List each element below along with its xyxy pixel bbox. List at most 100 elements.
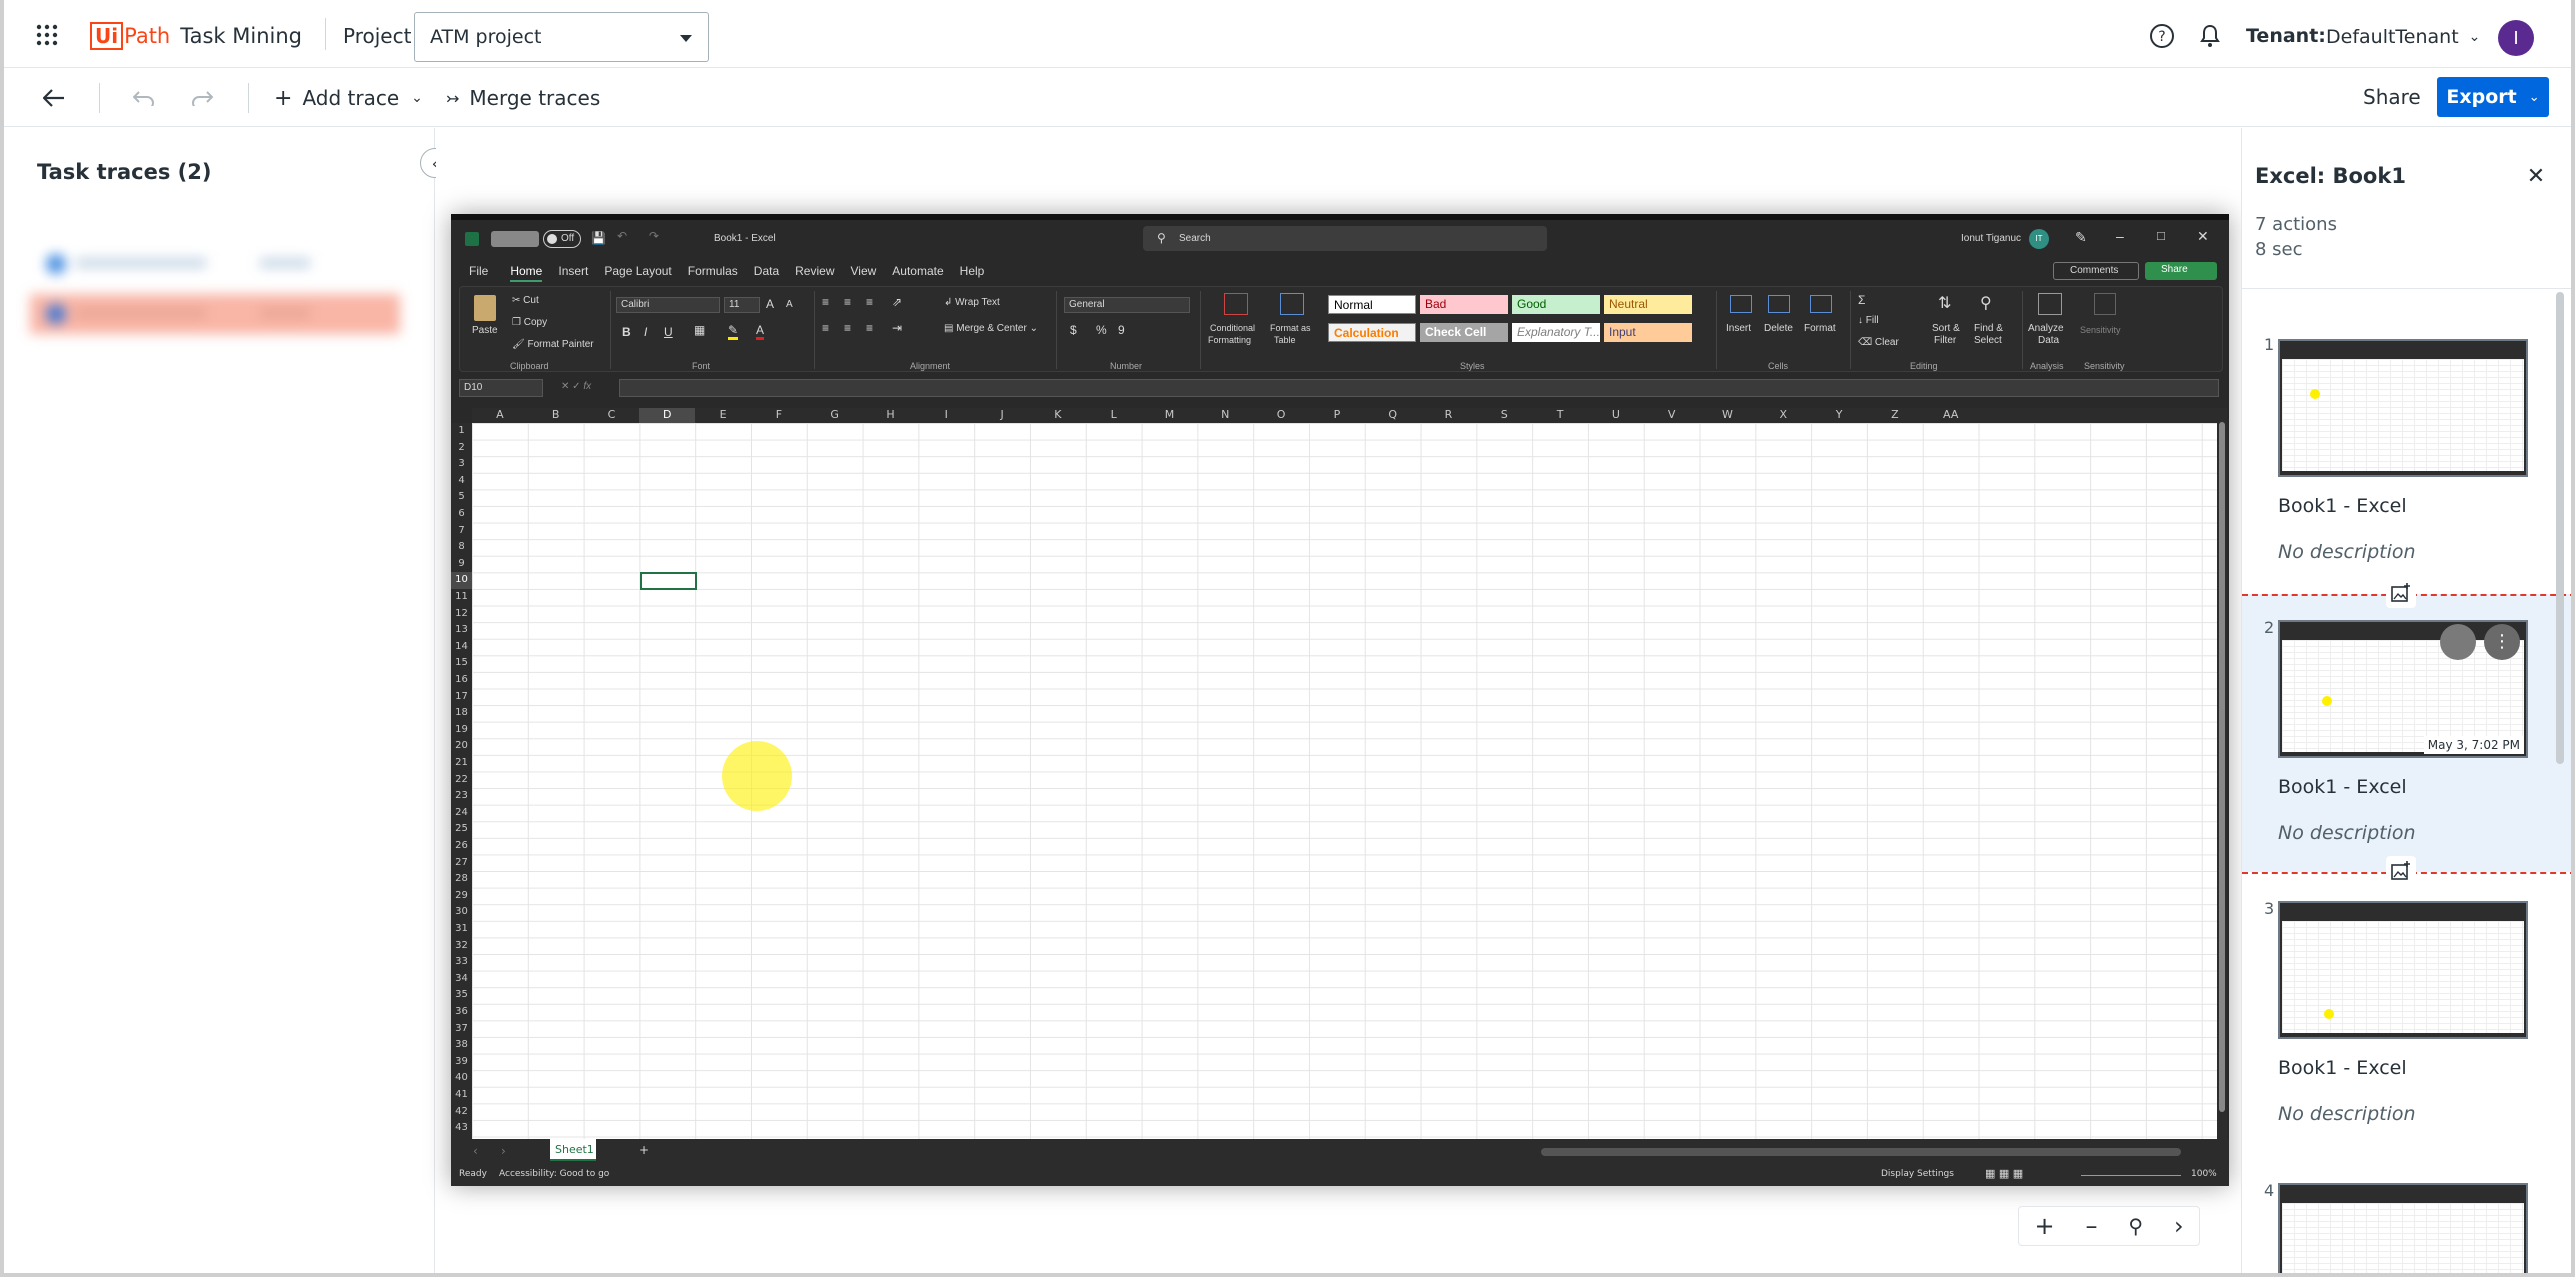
- row-header[interactable]: 39: [451, 1054, 472, 1071]
- menu-review[interactable]: Review: [795, 264, 834, 282]
- column-header[interactable]: C: [584, 408, 640, 423]
- row-header[interactable]: 24: [451, 805, 472, 822]
- align-bottom-icon[interactable]: ≡: [866, 295, 873, 309]
- row-header[interactable]: 9: [451, 556, 472, 573]
- clear-button[interactable]: ⌫ Clear: [1858, 337, 1899, 348]
- style-explanatory[interactable]: Explanatory T...: [1512, 323, 1600, 342]
- thumb-more-button[interactable]: ⋮: [2484, 624, 2520, 660]
- sheet-tab[interactable]: Sheet1: [550, 1139, 596, 1161]
- add-sheet-icon[interactable]: +: [639, 1143, 649, 1157]
- save-icon[interactable]: 💾: [591, 231, 606, 245]
- row-header[interactable]: 10: [451, 572, 472, 589]
- step-description[interactable]: No description: [2278, 822, 2416, 844]
- paste-button[interactable]: Paste: [468, 291, 502, 343]
- conditional-formatting-button[interactable]: Conditional Formatting: [1208, 291, 1264, 355]
- redo-icon[interactable]: [188, 84, 216, 112]
- column-header[interactable]: Q: [1365, 408, 1421, 423]
- row-header[interactable]: 15: [451, 655, 472, 672]
- step-thumbnail[interactable]: [2278, 339, 2528, 477]
- row-header[interactable]: 28: [451, 871, 472, 888]
- wrap-text-button[interactable]: ↲ Wrap Text: [944, 297, 1000, 308]
- row-header[interactable]: 19: [451, 722, 472, 739]
- row-header[interactable]: 22: [451, 772, 472, 789]
- row-header[interactable]: 11: [451, 589, 472, 606]
- row-header[interactable]: 13: [451, 622, 472, 639]
- style-good[interactable]: Good: [1512, 295, 1600, 314]
- add-screenshot-icon[interactable]: [2386, 856, 2416, 886]
- shrink-font-icon[interactable]: A: [786, 299, 793, 310]
- font-size-select[interactable]: 11: [724, 297, 760, 313]
- row-header[interactable]: 34: [451, 971, 472, 988]
- column-header[interactable]: G: [807, 408, 863, 423]
- export-button[interactable]: Export ⌄: [2437, 77, 2549, 117]
- column-header[interactable]: N: [1197, 408, 1253, 423]
- fill-button[interactable]: ↓ Fill: [1858, 315, 1879, 326]
- format-as-table-button[interactable]: Format as Table: [1268, 291, 1318, 355]
- back-arrow-icon[interactable]: [40, 84, 68, 112]
- menu-view[interactable]: View: [851, 264, 877, 282]
- prev-sheet-icon[interactable]: ‹: [473, 1144, 478, 1158]
- minimize-icon[interactable]: –: [2116, 228, 2124, 244]
- view-icons[interactable]: ▦ ▦ ▦: [1985, 1167, 2023, 1180]
- row-header[interactable]: 8: [451, 539, 472, 556]
- excel-comments-button[interactable]: Comments: [2053, 262, 2139, 280]
- menu-automate[interactable]: Automate: [892, 264, 943, 282]
- column-header[interactable]: R: [1421, 408, 1477, 423]
- insert-cells-button[interactable]: Insert: [1724, 293, 1758, 353]
- trace-item[interactable]: [30, 244, 400, 284]
- display-settings[interactable]: Display Settings: [1881, 1169, 1954, 1179]
- bold-icon[interactable]: B: [622, 325, 631, 339]
- thumb-edit-button[interactable]: [2440, 624, 2476, 660]
- row-header[interactable]: 43: [451, 1120, 472, 1137]
- menu-file[interactable]: File: [469, 264, 488, 282]
- selected-cell[interactable]: [640, 572, 697, 590]
- horizontal-scrollbar[interactable]: [1541, 1148, 2181, 1156]
- autosave-switch[interactable]: Off: [543, 230, 581, 248]
- column-header[interactable]: F: [751, 408, 807, 423]
- row-header[interactable]: 32: [451, 938, 472, 955]
- add-trace-button[interactable]: + Add trace ⌄: [274, 85, 423, 111]
- menu-home[interactable]: Home: [510, 264, 543, 282]
- trace-item[interactable]: [30, 294, 400, 334]
- row-header[interactable]: 3: [451, 456, 472, 473]
- close-icon[interactable]: ✕: [2197, 228, 2209, 245]
- menu-insert[interactable]: Insert: [558, 264, 588, 282]
- row-header[interactable]: 16: [451, 672, 472, 689]
- uipath-logo[interactable]: Ui Path Task Mining: [90, 21, 302, 51]
- zoom-in-icon[interactable]: +: [2034, 1212, 2054, 1240]
- find-select-button[interactable]: ⚲ Find & Select: [1970, 291, 2012, 353]
- pen-icon[interactable]: ✎: [2075, 229, 2087, 246]
- style-normal[interactable]: Normal: [1328, 295, 1416, 314]
- autosave-toggle[interactable]: [491, 231, 539, 247]
- step-thumbnail[interactable]: [2278, 1183, 2528, 1277]
- merge-traces-button[interactable]: ↣ Merge traces: [446, 85, 600, 111]
- column-header[interactable]: V: [1644, 408, 1700, 423]
- column-header[interactable]: U: [1588, 408, 1644, 423]
- column-header[interactable]: O: [1253, 408, 1309, 423]
- excel-user-avatar[interactable]: IT: [2029, 229, 2049, 249]
- row-header[interactable]: 25: [451, 821, 472, 838]
- column-header[interactable]: M: [1142, 408, 1198, 423]
- zoom-slider[interactable]: [2081, 1175, 2181, 1176]
- format-painter-button[interactable]: 🖌 Format Painter: [512, 339, 594, 350]
- menu-help[interactable]: Help: [960, 264, 985, 282]
- style-input[interactable]: Input: [1604, 323, 1692, 342]
- menu-formulas[interactable]: Formulas: [688, 264, 738, 282]
- status-accessibility[interactable]: Accessibility: Good to go: [499, 1169, 609, 1179]
- row-header[interactable]: 2: [451, 440, 472, 457]
- row-header[interactable]: 31: [451, 921, 472, 938]
- row-header[interactable]: 23: [451, 788, 472, 805]
- align-center-icon[interactable]: ≡: [844, 321, 851, 335]
- row-header[interactable]: 14: [451, 639, 472, 656]
- next-step-icon[interactable]: ›: [2174, 1212, 2184, 1240]
- column-header[interactable]: X: [1755, 408, 1811, 423]
- panel-scrollbar[interactable]: [2556, 292, 2564, 764]
- step-description[interactable]: No description: [2278, 1103, 2416, 1125]
- format-cells-button[interactable]: Format: [1804, 293, 1842, 353]
- fill-color-icon[interactable]: ✎: [728, 323, 739, 340]
- row-header[interactable]: 35: [451, 987, 472, 1004]
- grow-font-icon[interactable]: A: [766, 297, 774, 311]
- style-calculation[interactable]: Calculation: [1328, 323, 1416, 342]
- cut-button[interactable]: ✂ Cut: [512, 295, 539, 306]
- autosum-icon[interactable]: Σ: [1858, 293, 1865, 307]
